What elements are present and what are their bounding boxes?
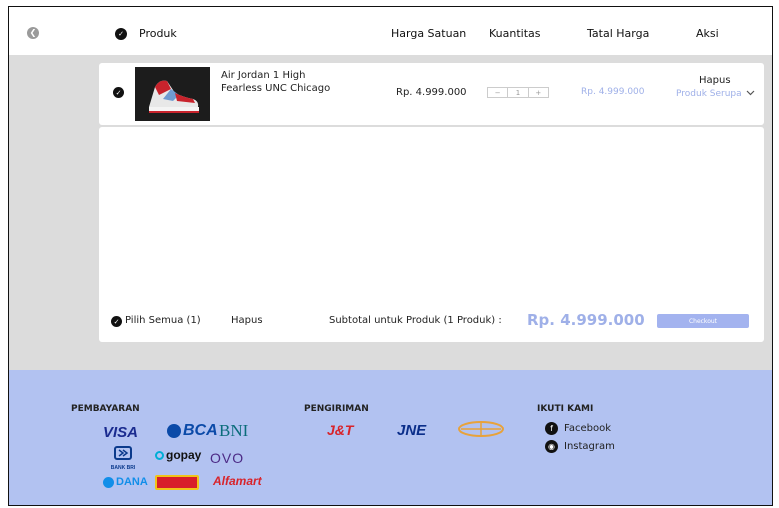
facebook-label: Facebook — [564, 423, 611, 434]
cart-item-row: ✓ Air Jordan 1 High Fearless UNC Chicago… — [99, 63, 764, 125]
back-arrow-icon[interactable]: ❮ — [27, 27, 39, 39]
follow-title: IKUTI KAMI — [537, 404, 594, 414]
unit-price-value: Rp. 4.999.000 — [396, 87, 467, 98]
dana-logo: DANA — [103, 476, 148, 488]
delete-selected-link[interactable]: Hapus — [231, 315, 263, 326]
ovo-logo: OVO — [210, 450, 245, 466]
select-all-check-icon[interactable]: ✓ — [111, 316, 122, 327]
instagram-link[interactable]: ◉ Instagram — [545, 440, 615, 453]
site-footer: PEMBAYARAN PENGIRIMAN IKUTI KAMI VISA BC… — [9, 370, 772, 505]
column-product: Produk — [139, 27, 177, 40]
quantity-stepper: − 1 + — [487, 87, 549, 98]
cart-summary-panel: ✓ Pilih Semua (1) Hapus Subtotal untuk P… — [99, 127, 764, 342]
gopay-logo: gopay — [155, 448, 201, 462]
qty-minus-button[interactable]: − — [488, 88, 509, 97]
product-name[interactable]: Air Jordan 1 High Fearless UNC Chicago — [221, 69, 331, 95]
product-image[interactable] — [135, 67, 210, 121]
bri-emblem-icon — [114, 446, 132, 460]
bca-logo-text: BCA — [183, 422, 218, 439]
cart-header-bar: ❮ ✓ Produk Harga Satuan Kuantitas Tatal … — [9, 7, 772, 55]
gopay-emblem-icon — [155, 450, 164, 460]
payment-title: PEMBAYARAN — [71, 404, 140, 414]
alfamart-logo: Alfamart — [213, 474, 262, 488]
similar-products-link[interactable]: Produk Serupa — [676, 89, 755, 99]
wahana-logo-icon — [458, 421, 504, 437]
select-all-label[interactable]: Pilih Semua (1) — [125, 315, 201, 326]
similar-products-label: Produk Serupa — [676, 89, 742, 99]
column-action: Aksi — [696, 27, 719, 40]
column-total-price: Tatal Harga — [587, 27, 650, 40]
instagram-icon: ◉ — [545, 440, 558, 453]
qty-value[interactable]: 1 — [508, 88, 529, 97]
facebook-icon: f — [545, 422, 558, 435]
cart-page: ❮ ✓ Produk Harga Satuan Kuantitas Tatal … — [8, 6, 773, 506]
total-price-value: Rp. 4.999.000 — [581, 87, 645, 97]
item-check-icon[interactable]: ✓ — [113, 87, 124, 98]
jnt-logo: J&T — [327, 422, 354, 438]
checkout-button[interactable]: Checkout — [657, 314, 749, 328]
qty-plus-button[interactable]: + — [529, 88, 548, 97]
sneaker-icon — [135, 67, 210, 121]
dana-logo-text: DANA — [116, 476, 148, 488]
bca-emblem-icon — [167, 424, 181, 438]
bri-logo: BANK BRI — [103, 446, 143, 471]
visa-logo: VISA — [103, 424, 139, 441]
jne-logo: JNE — [397, 422, 427, 439]
bca-logo: BCA — [167, 422, 218, 440]
chevron-down-icon — [746, 90, 754, 96]
instagram-label: Instagram — [564, 441, 615, 452]
column-quantity: Kuantitas — [489, 27, 541, 40]
column-unit-price: Harga Satuan — [391, 27, 467, 40]
shipping-title: PENGIRIMAN — [304, 404, 369, 414]
delete-item-link[interactable]: Hapus — [699, 75, 731, 86]
dana-emblem-icon — [103, 476, 114, 488]
select-all-check-icon[interactable]: ✓ — [115, 28, 127, 40]
bri-logo-text: BANK BRI — [110, 465, 136, 471]
gopay-logo-text: gopay — [166, 448, 202, 462]
subtotal-label: Subtotal untuk Produk (1 Produk) : — [329, 315, 502, 326]
facebook-link[interactable]: f Facebook — [545, 422, 611, 435]
indomaret-logo — [155, 475, 199, 490]
subtotal-value: Rp. 4.999.000 — [527, 311, 645, 329]
bni-logo: BNI — [219, 421, 249, 440]
